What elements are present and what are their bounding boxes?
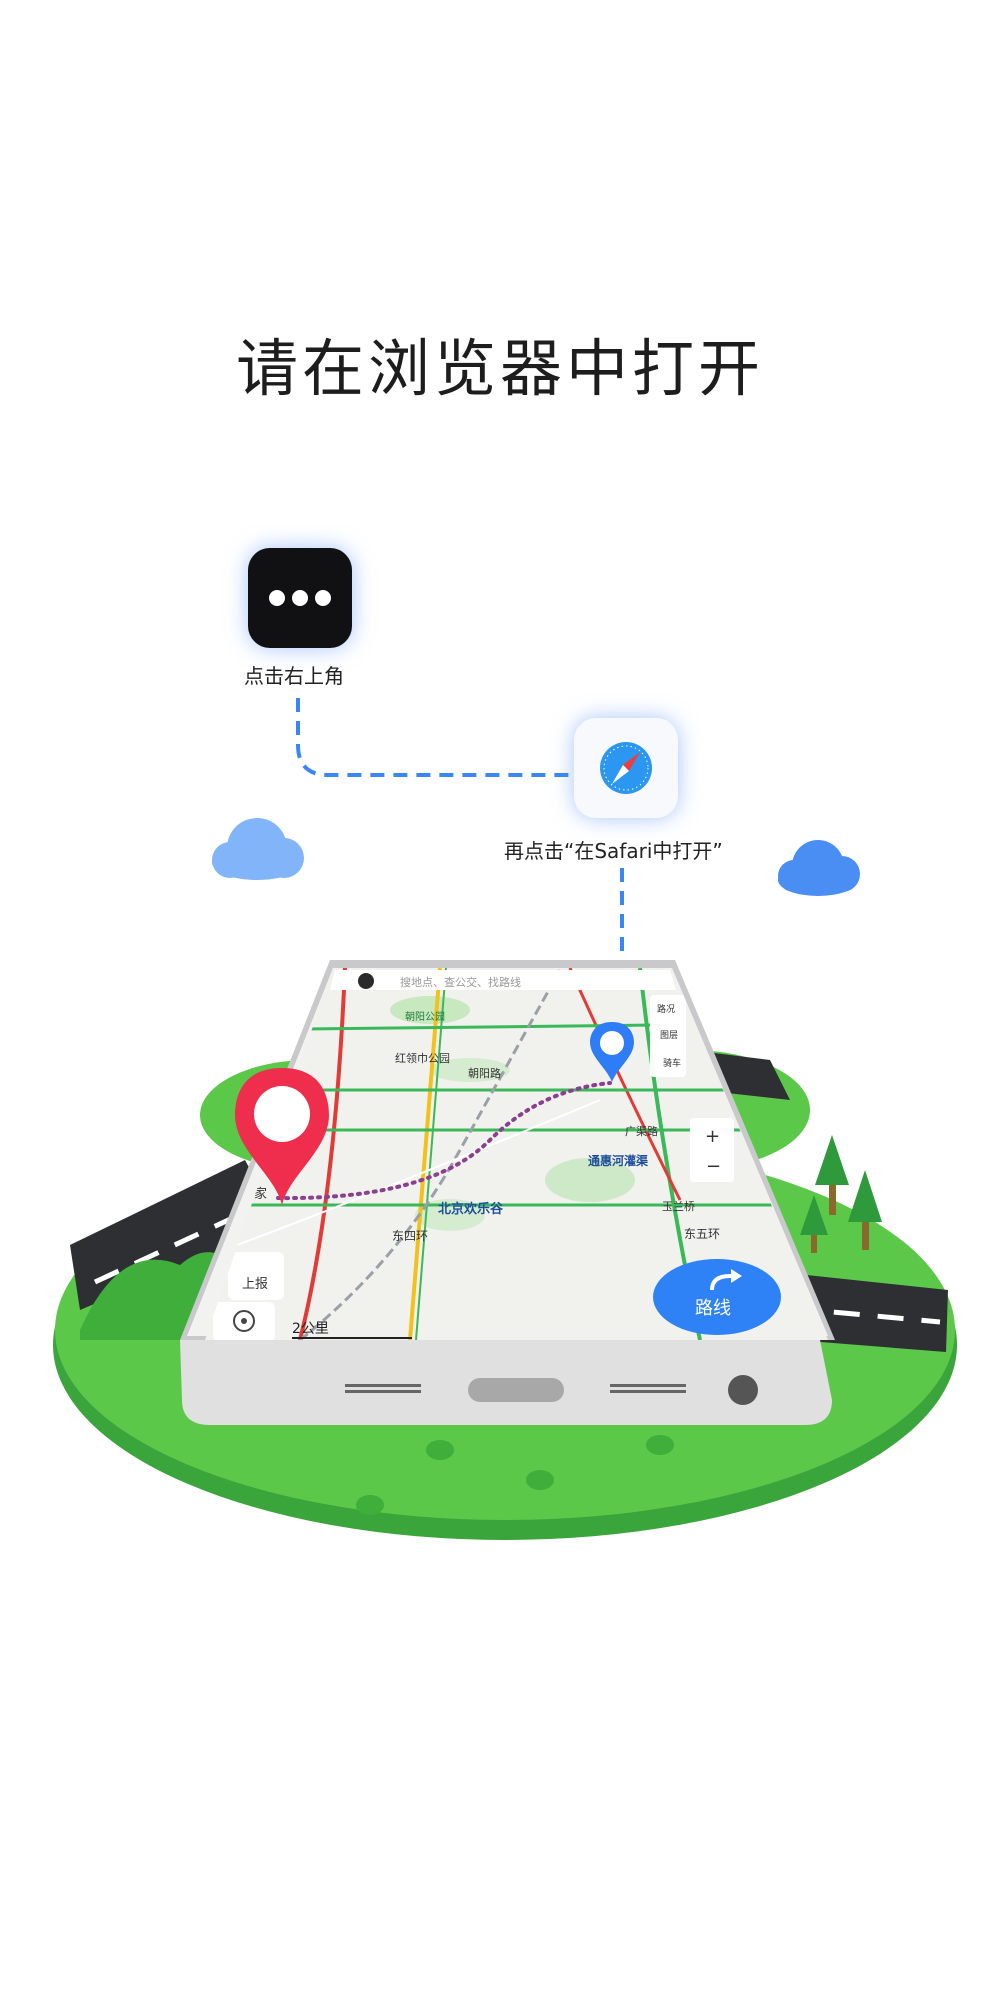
map-side-buttons[interactable]: 路况 图层 骑车 xyxy=(650,995,686,1077)
map-label: 北京欢乐谷 xyxy=(438,1201,504,1217)
map-label: 朝阳公园 xyxy=(405,1011,445,1023)
phone-camera xyxy=(728,1375,758,1405)
traffic-button[interactable]: 路况 xyxy=(657,1003,675,1015)
route-button[interactable]: 路线 xyxy=(653,1259,781,1335)
cloud-icon xyxy=(778,840,860,896)
report-button[interactable] xyxy=(228,1252,284,1300)
phone-home-button xyxy=(468,1378,564,1402)
map-label: 东四环 xyxy=(392,1229,428,1243)
map-label: 东五环 xyxy=(684,1227,720,1241)
zoom-out-button[interactable]: − xyxy=(706,1156,721,1177)
connector-line xyxy=(296,698,572,777)
bike-button[interactable]: 骑车 xyxy=(663,1057,681,1069)
scale-label: 2公里 xyxy=(292,1321,329,1337)
map-label: 朝阳路 xyxy=(468,1067,501,1080)
map-label: 通惠河灌渠 xyxy=(588,1153,648,1168)
search-placeholder: 搜地点、查公交、找路线 xyxy=(400,975,521,989)
report-label: 上报 xyxy=(242,1277,268,1292)
layers-button[interactable]: 图层 xyxy=(660,1030,678,1041)
map-label: 广渠路 xyxy=(625,1125,658,1138)
route-button-label: 路线 xyxy=(695,1298,731,1319)
map-label: 玉兰桥 xyxy=(662,1200,695,1213)
cloud-icon xyxy=(212,818,304,880)
map-label: 红领巾公园 xyxy=(395,1051,450,1065)
zoom-in-button[interactable]: + xyxy=(705,1126,720,1147)
avatar[interactable] xyxy=(358,973,374,989)
illustration-scene: 搜地点、查公交、找路线 朝阳公园 红领巾公园 朝阳路 通惠河灌渠 北京欢乐谷 东… xyxy=(53,698,957,1540)
